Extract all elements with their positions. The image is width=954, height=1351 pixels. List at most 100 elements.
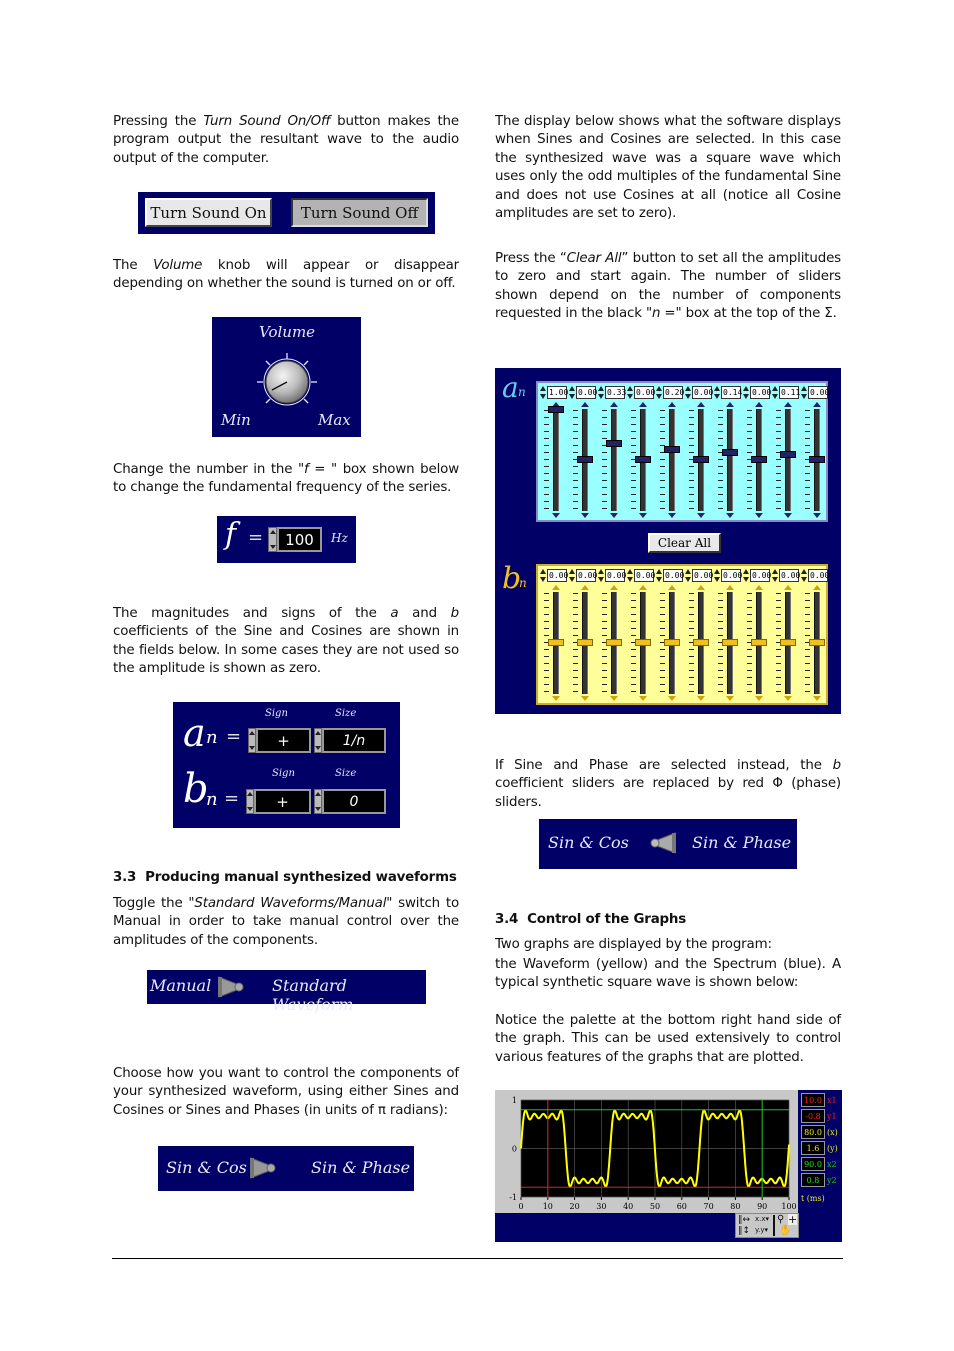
b-coefficient-increment-arrow[interactable] (552, 585, 560, 590)
a-coefficient-slider-track[interactable] (785, 409, 791, 511)
cursor-value-2[interactable]: 80.0 (801, 1125, 825, 1139)
a-coefficient-slider-thumb[interactable] (606, 439, 622, 447)
b-coefficient-spinner[interactable] (598, 569, 604, 582)
b-coefficient-slider-thumb[interactable] (664, 639, 680, 646)
b-coefficient-slider-thumb[interactable] (780, 639, 796, 646)
zoom-icon[interactable]: ⚲ (777, 1214, 784, 1225)
b-coefficient-slider-thumb[interactable] (577, 639, 593, 646)
b-size-field[interactable]: 0 (322, 789, 386, 814)
a-coefficient-spinner[interactable] (569, 386, 575, 399)
b-sign-spinner[interactable] (246, 789, 254, 814)
b-coefficient-increment-arrow[interactable] (755, 585, 763, 590)
waveform-chart[interactable]: 0 10 20 30 40 50 60 70 80 90 100-101 (495, 1090, 798, 1213)
a-coefficient-slider-thumb[interactable] (577, 456, 593, 463)
b-coefficient-spinner[interactable] (714, 569, 720, 582)
a-coefficient-spinner[interactable] (772, 386, 778, 399)
b-coefficient-slider-thumb[interactable] (548, 639, 564, 646)
b-coefficient-increment-arrow[interactable] (639, 585, 647, 590)
pan-y-icon[interactable]: ‖↕ (738, 1226, 750, 1236)
cursor-value-1[interactable]: -0.8 (801, 1109, 825, 1123)
b-coefficient-spinner[interactable] (801, 569, 807, 582)
a-coefficient-value-field[interactable]: 1.00 (547, 386, 568, 399)
a-size-field[interactable]: 1/n (322, 728, 386, 753)
b-coefficient-slider-thumb[interactable] (635, 639, 651, 646)
b-coefficient-slider-thumb[interactable] (809, 639, 825, 646)
a-coefficient-value-field[interactable]: 0.11 (779, 386, 800, 399)
a-coefficient-slider-track[interactable] (727, 409, 733, 511)
a-coefficient-decrement-arrow[interactable] (726, 513, 734, 518)
b-coefficient-decrement-arrow[interactable] (813, 696, 821, 701)
a-coefficient-decrement-arrow[interactable] (755, 513, 763, 518)
b-coefficient-value-field[interactable]: 0.00 (663, 569, 684, 582)
b-coefficient-increment-arrow[interactable] (697, 585, 705, 590)
a-coefficient-spinner[interactable] (598, 386, 604, 399)
b-coefficient-decrement-arrow[interactable] (581, 696, 589, 701)
crosshair-icon[interactable]: + (788, 1214, 798, 1225)
b-coefficient-decrement-arrow[interactable] (552, 696, 560, 701)
b-coefficient-increment-arrow[interactable] (668, 585, 676, 590)
a-coefficient-slider-thumb[interactable] (548, 406, 564, 413)
a-coefficient-increment-arrow[interactable] (813, 402, 821, 407)
b-coefficient-spinner[interactable] (540, 569, 546, 582)
frequency-input[interactable]: 100 (277, 527, 322, 552)
a-coefficient-increment-arrow[interactable] (697, 402, 705, 407)
cursor-value-3[interactable]: 1.6 (801, 1141, 825, 1155)
b-coefficient-spinner[interactable] (743, 569, 749, 582)
a-coefficient-value-field[interactable]: 0.00 (692, 386, 713, 399)
hand-icon[interactable]: ✋ (779, 1225, 791, 1236)
b-coefficient-increment-arrow[interactable] (813, 585, 821, 590)
b-coefficient-value-field[interactable]: 0.00 (779, 569, 800, 582)
b-size-spinner[interactable] (314, 789, 322, 814)
a-coefficient-slider-track[interactable] (611, 409, 617, 511)
b-coefficient-increment-arrow[interactable] (581, 585, 589, 590)
a-coefficient-slider-thumb[interactable] (693, 456, 709, 463)
turn-sound-on-button[interactable]: Turn Sound On (145, 198, 272, 227)
a-coefficient-decrement-arrow[interactable] (552, 513, 560, 518)
b-coefficient-increment-arrow[interactable] (726, 585, 734, 590)
b-coefficient-decrement-arrow[interactable] (697, 696, 705, 701)
b-coefficient-decrement-arrow[interactable] (668, 696, 676, 701)
b-coefficient-value-field[interactable]: 0.00 (808, 569, 829, 582)
a-coefficient-increment-arrow[interactable] (639, 402, 647, 407)
manual-standard-toggle[interactable] (217, 976, 245, 998)
b-coefficient-decrement-arrow[interactable] (784, 696, 792, 701)
a-coefficient-slider-thumb[interactable] (722, 449, 738, 456)
a-coefficient-decrement-arrow[interactable] (610, 513, 618, 518)
a-coefficient-slider-thumb[interactable] (635, 456, 651, 463)
b-coefficient-slider-thumb[interactable] (606, 639, 622, 646)
a-coefficient-slider-thumb[interactable] (664, 446, 680, 453)
a-coefficient-decrement-arrow[interactable] (639, 513, 647, 518)
a-coefficient-value-field[interactable]: 0.14 (721, 386, 742, 399)
a-coefficient-increment-arrow[interactable] (726, 402, 734, 407)
volume-knob[interactable] (252, 347, 322, 417)
a-coefficient-spinner[interactable] (743, 386, 749, 399)
a-coefficient-decrement-arrow[interactable] (813, 513, 821, 518)
a-coefficient-slider-track[interactable] (553, 409, 559, 511)
turn-sound-off-button[interactable]: Turn Sound Off (291, 198, 428, 227)
b-coefficient-slider-thumb[interactable] (722, 639, 738, 646)
cursor-value-0[interactable]: 10.0 (801, 1093, 825, 1107)
a-coefficient-slider-track[interactable] (669, 409, 675, 511)
b-coefficient-value-field[interactable]: 0.00 (547, 569, 568, 582)
a-coefficient-value-field[interactable]: 0.00 (576, 386, 597, 399)
a-sign-spinner[interactable] (248, 728, 256, 753)
b-coefficient-value-field[interactable]: 0.00 (721, 569, 742, 582)
frequency-spinner[interactable] (268, 527, 277, 552)
a-coefficient-spinner[interactable] (801, 386, 807, 399)
b-coefficient-spinner[interactable] (685, 569, 691, 582)
cursor-value-5[interactable]: 0.8 (801, 1173, 825, 1187)
a-coefficient-decrement-arrow[interactable] (697, 513, 705, 518)
a-coefficient-value-field[interactable]: 0.00 (634, 386, 655, 399)
b-coefficient-value-field[interactable]: 0.00 (605, 569, 626, 582)
a-coefficient-increment-arrow[interactable] (784, 402, 792, 407)
b-coefficient-spinner[interactable] (569, 569, 575, 582)
cursor-value-4[interactable]: 90.0 (801, 1157, 825, 1171)
a-size-spinner[interactable] (314, 728, 322, 753)
b-coefficient-increment-arrow[interactable] (784, 585, 792, 590)
b-coefficient-slider-thumb[interactable] (693, 639, 709, 646)
clear-all-button[interactable]: Clear All (648, 533, 721, 553)
a-coefficient-slider-thumb[interactable] (780, 450, 796, 458)
b-coefficient-value-field[interactable]: 0.00 (692, 569, 713, 582)
a-coefficient-slider-thumb[interactable] (751, 456, 767, 463)
a-coefficient-spinner[interactable] (540, 386, 546, 399)
